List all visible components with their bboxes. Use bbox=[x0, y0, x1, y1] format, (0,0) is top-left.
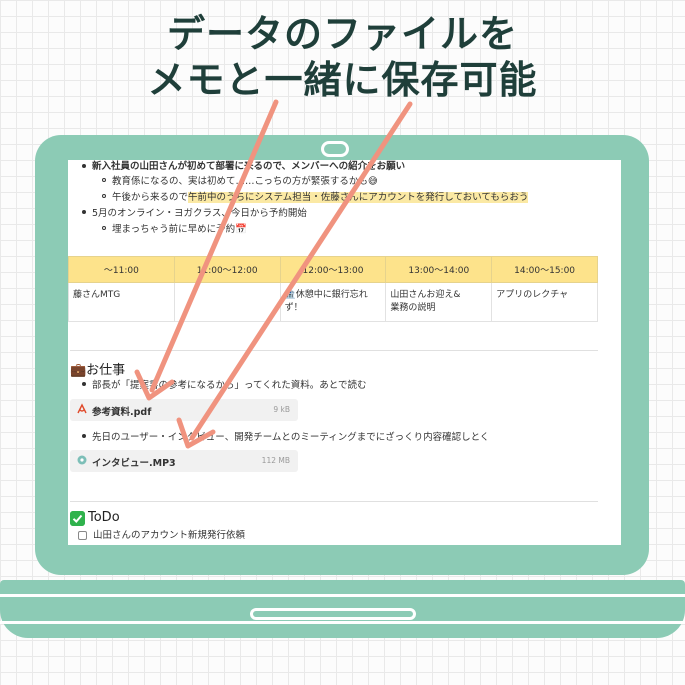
arrow-to-audio bbox=[176, 101, 413, 449]
arrow-to-pdf bbox=[134, 99, 279, 401]
annotation-arrows bbox=[134, 99, 413, 449]
